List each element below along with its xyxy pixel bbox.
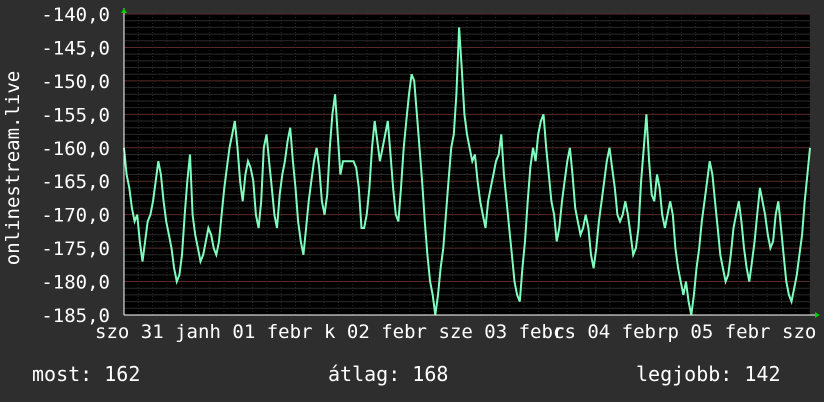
y-tick-label: -150,0 xyxy=(41,71,110,93)
x-tick-label: h 01 febr xyxy=(210,321,313,343)
y-axis-label: onlinestream.live xyxy=(2,71,24,265)
x-tick-label: k 02 febr xyxy=(324,321,427,343)
x-tick-label: szo 31 jan xyxy=(95,321,209,343)
y-tick-labels: -140,0 -145,0 -150,0 -155,0 -160,0 -165,0 -170… xyxy=(41,4,110,327)
stat-average: átlag: 168 xyxy=(328,362,449,386)
y-tick-label: -140,0 xyxy=(41,4,110,26)
chart: -140,0 -145,0 -150,0 -155,0 -160,0 -165,0 -170… xyxy=(2,4,824,343)
y-tick-label: -145,0 xyxy=(41,37,110,59)
y-axis-arrow xyxy=(121,8,127,13)
y-tick-label: -180,0 xyxy=(41,272,110,294)
x-axis-arrow xyxy=(815,312,820,318)
y-tick-label: -160,0 xyxy=(41,138,110,160)
x-tick-label: szo 06 febr xyxy=(782,321,824,343)
y-tick-label: -175,0 xyxy=(41,238,110,260)
y-tick-label: -155,0 xyxy=(41,104,110,126)
stat-current: most: 162 xyxy=(32,362,141,386)
x-tick-label: sze 03 febr xyxy=(439,321,565,343)
y-tick-label: -170,0 xyxy=(41,205,110,227)
x-tick-labels: szo 31 jan h 01 febr k 02 febr sze 03 febrc… xyxy=(95,321,824,343)
x-tick-label: cs 04 febr xyxy=(553,321,667,343)
x-tick-label: p 05 febr xyxy=(668,321,771,343)
y-tick-label: -165,0 xyxy=(41,171,110,193)
stat-max: legjobb: 142 xyxy=(636,362,781,386)
